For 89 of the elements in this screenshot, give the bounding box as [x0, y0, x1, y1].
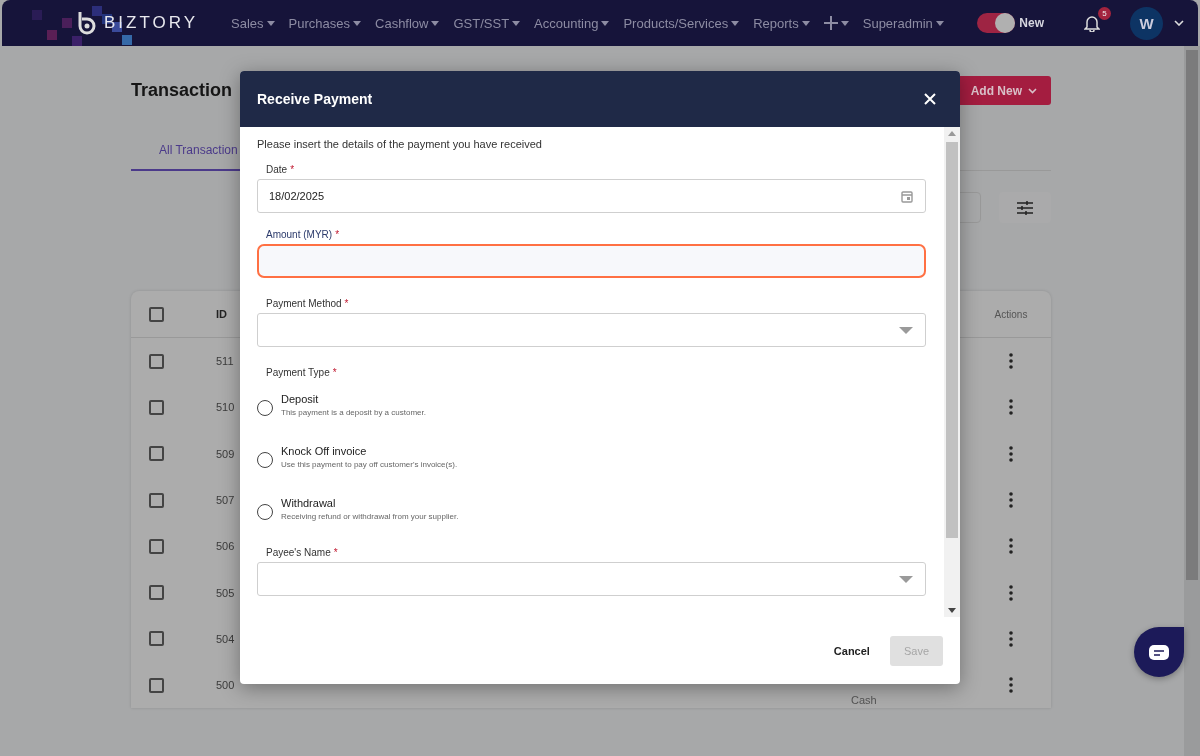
- row-checkbox[interactable]: [149, 399, 164, 415]
- field-label: Payee's Name: [266, 547, 331, 558]
- date-field[interactable]: 18/02/2025: [257, 179, 926, 213]
- row-checkbox[interactable]: [149, 585, 164, 601]
- table-cell: 507: [216, 494, 235, 507]
- row-checkbox[interactable]: [149, 631, 164, 647]
- row-checkbox[interactable]: [149, 446, 164, 462]
- required-mark: *: [333, 547, 338, 558]
- toggle-label: New: [1019, 16, 1044, 30]
- logo-icon: [76, 11, 98, 35]
- nav-menu-item[interactable]: GST/SST: [446, 15, 528, 31]
- field-label: Amount (MYR): [266, 229, 333, 240]
- caret-icon: [353, 20, 361, 26]
- field-label: Date: [266, 164, 288, 175]
- table-cell: 510: [216, 401, 235, 414]
- close-button[interactable]: [924, 93, 936, 105]
- option-description: Use this payment to pay off customer's invoice(s).: [281, 460, 458, 469]
- caret-icon: [731, 20, 740, 26]
- select-field[interactable]: [257, 562, 926, 596]
- select-all-checkbox[interactable]: [149, 306, 164, 322]
- option-label: Deposit: [281, 393, 320, 405]
- option-description: Receiving refund or withdrawal from your supplier.: [281, 512, 459, 521]
- dialog-title: Receive Payment: [257, 91, 373, 107]
- more-options-icon[interactable]: [1009, 353, 1013, 370]
- cancel-button[interactable]: Cancel: [833, 635, 870, 666]
- chevron-down-icon[interactable]: [1174, 20, 1184, 26]
- chat-icon: [1149, 644, 1169, 660]
- caret-icon: [431, 20, 440, 26]
- option-label: Knock Off invoice: [281, 445, 368, 457]
- more-options-icon[interactable]: [1009, 399, 1013, 416]
- scroll-down-icon[interactable]: [948, 608, 956, 613]
- nav-menu-item[interactable]: Cashflow: [368, 15, 447, 31]
- bell-icon[interactable]: [1084, 14, 1100, 32]
- required-mark: *: [290, 164, 295, 175]
- caret-icon: [601, 20, 610, 26]
- row-checkbox[interactable]: [149, 353, 164, 369]
- table-cell: 505: [216, 586, 235, 599]
- more-options-icon[interactable]: [1009, 630, 1013, 647]
- page-title: Transaction: [131, 80, 233, 101]
- brand-name: BIZTORY: [104, 13, 199, 33]
- more-options-icon[interactable]: [1009, 445, 1013, 462]
- caret-icon: [840, 20, 849, 26]
- scrollbar-thumb[interactable]: [946, 142, 958, 538]
- table-cell: 511: [216, 355, 234, 368]
- field-label: Payment Type: [266, 367, 330, 378]
- chat-button[interactable]: [1134, 627, 1184, 677]
- chevron-down-icon: [1028, 87, 1037, 94]
- table-cell: 504: [216, 632, 235, 645]
- notification-badge: 5: [1098, 6, 1111, 20]
- table-cell: Cash: [851, 694, 877, 707]
- table-cell: 506: [216, 540, 235, 553]
- option-label: Withdrawal: [281, 497, 337, 509]
- nav-menu-item[interactable]: Purchases: [281, 15, 368, 31]
- required-mark: *: [332, 367, 337, 378]
- dropdown-icon: [899, 326, 913, 334]
- nav-menu-item[interactable]: Reports: [746, 15, 817, 31]
- caret-icon: [935, 20, 944, 26]
- column-header: ID: [216, 308, 227, 320]
- row-checkbox[interactable]: [149, 538, 164, 554]
- more-options-icon[interactable]: [1009, 538, 1013, 555]
- table-cell: 509: [216, 447, 235, 460]
- caret-icon: [512, 20, 521, 26]
- required-mark: *: [344, 298, 349, 309]
- more-options-icon[interactable]: [1009, 584, 1013, 601]
- caret-icon: [801, 20, 810, 26]
- user-avatar[interactable]: W: [1130, 6, 1163, 40]
- nav-menu-item[interactable]: Products/Services: [616, 15, 747, 31]
- nav-menu-item[interactable]: Accounting: [527, 15, 617, 31]
- caret-icon: [266, 20, 275, 26]
- toggle-switch[interactable]: [977, 13, 1016, 33]
- calendar-icon: [901, 189, 913, 203]
- close-icon: [924, 93, 936, 105]
- row-checkbox[interactable]: [149, 492, 164, 508]
- nav-menu-item[interactable]: Sales: [224, 15, 282, 31]
- dropdown-icon: [899, 575, 913, 583]
- column-header: Actions: [994, 308, 1028, 320]
- nav-menu-item[interactable]: Superadmin: [855, 15, 951, 31]
- amount-field[interactable]: [257, 244, 926, 278]
- plus-icon: [823, 16, 838, 30]
- more-options-icon[interactable]: [1009, 492, 1013, 509]
- sliders-icon: [1017, 200, 1033, 215]
- required-mark: *: [335, 229, 340, 240]
- table-cell: 500: [216, 679, 235, 692]
- field-label: Payment Method: [266, 298, 342, 309]
- select-field[interactable]: [257, 313, 926, 347]
- scrollbar-thumb[interactable]: [1186, 50, 1198, 580]
- more-options-icon[interactable]: [1009, 677, 1013, 694]
- row-checkbox[interactable]: [149, 677, 164, 693]
- option-description: This payment is a deposit by a customer.: [281, 408, 426, 417]
